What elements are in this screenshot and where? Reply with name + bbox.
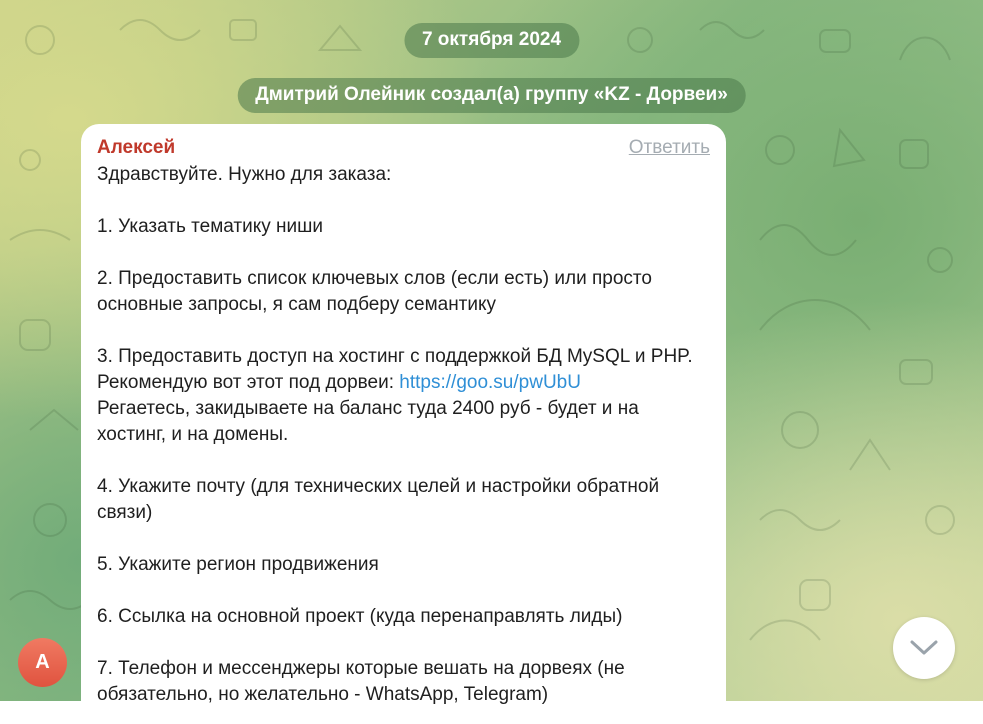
message-header: Алексей Ответить <box>97 136 710 162</box>
reply-button[interactable]: Ответить <box>629 136 710 160</box>
date-separator: 7 октября 2024 <box>403 23 580 58</box>
sender-name[interactable]: Алексей <box>97 136 175 160</box>
message-item-1: 1. Указать тематику ниши <box>97 216 324 237</box>
message-item-5: 5. Укажите регион продвижения <box>97 554 379 575</box>
message-bubble[interactable]: Алексей Ответить Здравствуйте. Нужно для… <box>81 124 726 724</box>
message-item-4: 4. Укажите почту (для технических целей … <box>97 476 660 523</box>
scroll-down-button[interactable] <box>893 617 955 679</box>
hosting-link[interactable]: https://goo.su/pwUbU <box>399 372 581 393</box>
chevron-down-icon <box>910 640 938 655</box>
service-message: Дмитрий Олейник создал(а) группу «KZ - Д… <box>237 78 746 113</box>
message-text: Здравствуйте. Нужно для заказа: 1. Указа… <box>97 162 710 708</box>
avatar[interactable]: А <box>18 638 67 687</box>
message-greeting: Здравствуйте. Нужно для заказа: <box>97 164 392 185</box>
message-item-7: 7. Телефон и мессенджеры которые вешать … <box>97 658 625 705</box>
message-item-3-tail: Регаетесь, закидываете на баланс туда 24… <box>97 398 639 445</box>
message-item-2: 2. Предоставить список ключевых слов (ес… <box>97 268 652 315</box>
message-item-3-text: 3. Предоставить доступ на хостинг с подд… <box>97 346 693 393</box>
message-item-3: 3. Предоставить доступ на хостинг с подд… <box>97 344 710 448</box>
message-item-6: 6. Ссылка на основной проект (куда перен… <box>97 606 623 627</box>
